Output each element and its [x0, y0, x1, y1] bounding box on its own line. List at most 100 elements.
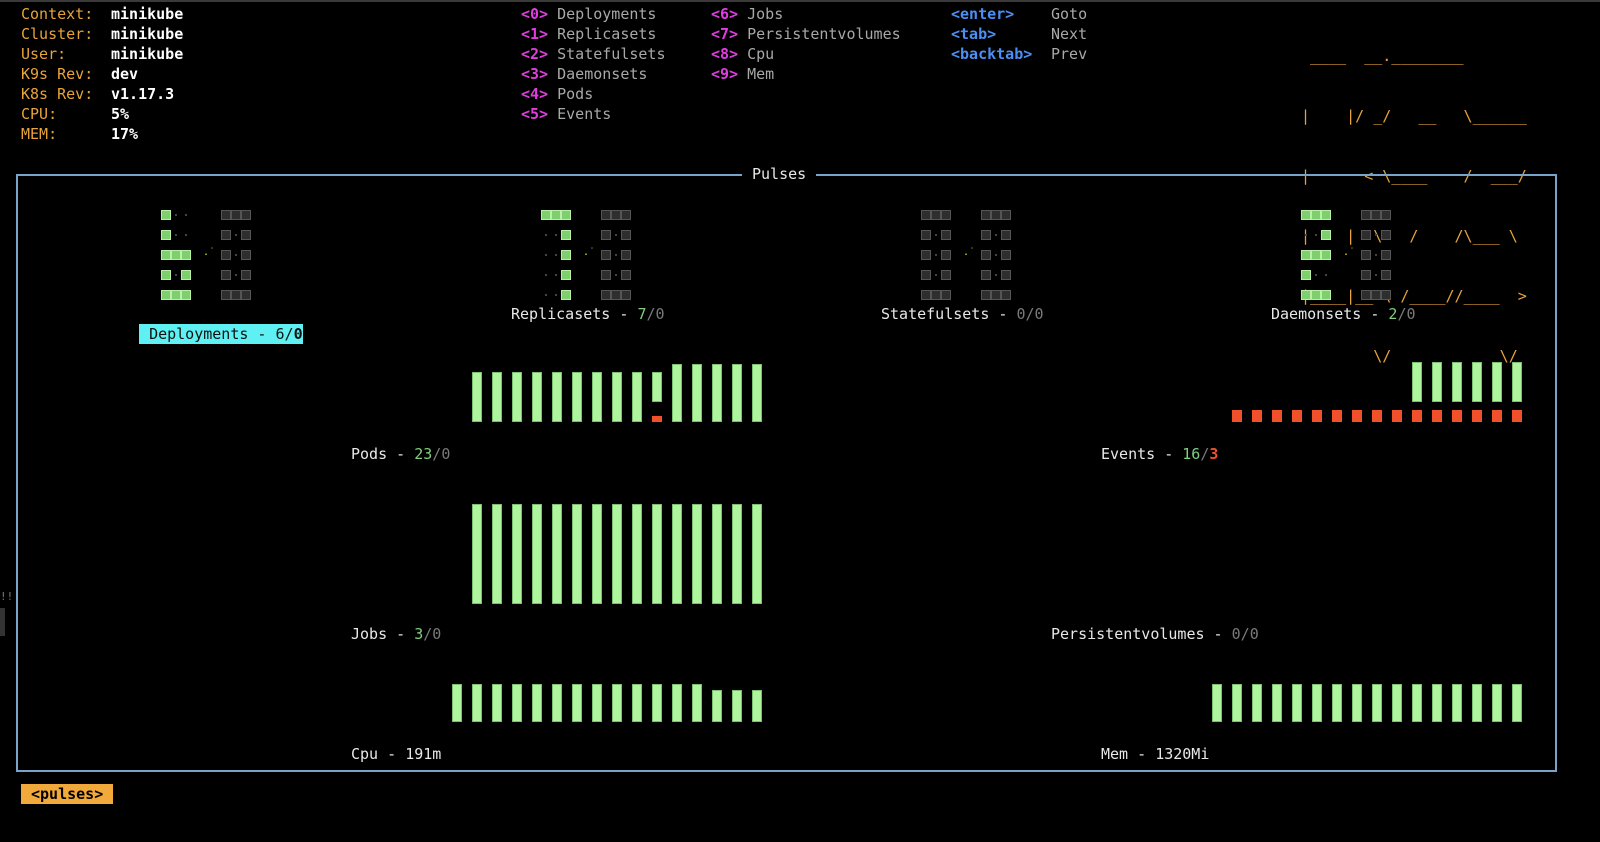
spark-bar-ok: [1472, 362, 1482, 402]
spark-bar-ok: [472, 504, 482, 604]
spark-bar-ok: [552, 504, 562, 604]
spark-bar-ok: [552, 684, 562, 722]
menu-item-daemonsets[interactable]: <3> Daemonsets: [521, 64, 647, 84]
spark-bar-ok: [572, 684, 582, 722]
gauge-digit-dot: [555, 294, 557, 296]
spark-bar-ok: [692, 504, 702, 604]
gauge-digit-dot: [935, 274, 937, 276]
spark-bar-ok: [1432, 362, 1442, 402]
gauge-digit-dot: [995, 254, 997, 256]
spark-bar-fault: [1312, 410, 1322, 422]
gauge-digit-segment: [561, 230, 571, 240]
spark-bar-ok: [532, 504, 542, 604]
pulse-jobs[interactable]: Jobs - 3/0: [351, 624, 441, 644]
gauge-statefulsets[interactable]: Statefulsets - 0/0: [881, 304, 1044, 324]
gauge-digit-segment: [1311, 250, 1321, 260]
spark-bar-ok: [672, 684, 682, 722]
spark-bar-ok: [1432, 684, 1442, 722]
spark-bar-ok: [572, 504, 582, 604]
gauge-digit-segment: [171, 250, 181, 260]
gauge-digit-segment: [541, 210, 551, 220]
spark-bar-fault: [1512, 410, 1522, 422]
gauge-digit-segment: [241, 270, 251, 280]
spark-bar-fault: [1432, 410, 1442, 422]
spark-bar-fault: [1292, 410, 1302, 422]
gauge-daemonsets[interactable]: Daemonsets - 2/0: [1271, 304, 1416, 324]
spark-bar-fault: [1252, 410, 1262, 422]
spark-bar-ok: [1472, 684, 1482, 722]
spark-bar-ok: [512, 504, 522, 604]
gauge-digit-dot: [185, 214, 187, 216]
gauge-digit-segment: [941, 210, 951, 220]
gauge-digit-segment: [941, 250, 951, 260]
gauge-digit-segment: [981, 290, 991, 300]
pulse-persistentvolumes[interactable]: Persistentvolumes - 0/0: [1051, 624, 1259, 644]
gauge-digit-segment: [1301, 250, 1311, 260]
gauge-digit-segment: [601, 270, 611, 280]
menu-item-statefulsets[interactable]: <2> Statefulsets: [521, 44, 666, 64]
menu-item-events[interactable]: <5> Events: [521, 104, 611, 124]
spark-bar-ok: [592, 504, 602, 604]
spark-bar-ok: [1252, 684, 1262, 722]
gauge-digit-segment: [181, 290, 191, 300]
menu-item-replicasets[interactable]: <1> Replicasets: [521, 24, 656, 44]
gauge-digit-dot: [1315, 274, 1317, 276]
gauge-digit-segment: [1371, 210, 1381, 220]
nav-prev[interactable]: <backtab> Prev: [951, 44, 1087, 64]
gauge-deployments[interactable]: Deployments - 6/0: [121, 304, 303, 344]
pulse-cpu[interactable]: Cpu - 191m: [351, 744, 441, 764]
gauge-replicasets[interactable]: Replicasets - 7/0: [511, 304, 665, 324]
gauge-digit-segment: [1361, 290, 1371, 300]
menu-item-jobs[interactable]: <6> Jobs: [711, 4, 783, 24]
menu-item-persistentvolumes[interactable]: <7> Persistentvolumes: [711, 24, 901, 44]
gauge-digit-segment: [921, 250, 931, 260]
gauge-digit-segment: [181, 270, 191, 280]
pulse-events[interactable]: Events - 16/3: [1101, 444, 1218, 464]
gauge-digit-segment: [171, 290, 181, 300]
nav-goto[interactable]: <enter> Goto: [951, 4, 1087, 24]
spark-bar-ok: [612, 684, 622, 722]
menu-item-pods[interactable]: <4> Pods: [521, 84, 593, 104]
gauge-digit-segment: [241, 250, 251, 260]
spark-bar-ok: [592, 372, 602, 422]
spark-bar-ok: [532, 684, 542, 722]
gauge-digit-segment: [1301, 270, 1311, 280]
gauge-digit-segment: [981, 210, 991, 220]
spark-bar-ok: [1392, 684, 1402, 722]
pulse-pods[interactable]: Pods - 23/0: [351, 444, 450, 464]
spark-bar-ok: [592, 684, 602, 722]
logo-line: ____ __.________: [1301, 47, 1527, 65]
gauge-colon: .˙: [203, 247, 216, 258]
spark-bar-ok: [672, 364, 682, 422]
info-row-mem: MEM: 17%: [21, 125, 139, 143]
gauge-digit-segment: [1381, 210, 1391, 220]
spark-bar-fault: [1392, 410, 1402, 422]
gauge-digit-dot: [555, 234, 557, 236]
gauge-digit-segment: [1001, 250, 1011, 260]
gauge-digit-segment: [1311, 210, 1321, 220]
gauge-digit-segment: [1321, 230, 1331, 240]
menu-item-deployments[interactable]: <0> Deployments: [521, 4, 656, 24]
menu-item-mem[interactable]: <9> Mem: [711, 64, 774, 84]
spark-bar-ok: [752, 690, 762, 722]
gauge-digit-segment: [561, 270, 571, 280]
gauge-digit-segment: [921, 230, 931, 240]
nav-next[interactable]: <tab> Next: [951, 24, 1087, 44]
gauge-digit-segment: [941, 270, 951, 280]
gauge-digit-segment: [161, 270, 171, 280]
menu-item-cpu[interactable]: <8> Cpu: [711, 44, 774, 64]
gauge-digit-segment: [931, 290, 941, 300]
gauge-colon: .˙: [963, 247, 976, 258]
gauge-digit-dot: [185, 234, 187, 236]
spark-bar-ok: [1352, 684, 1362, 722]
gauge-digit-dot: [175, 214, 177, 216]
gauge-digit-segment: [161, 230, 171, 240]
gauge-digit-dot: [235, 274, 237, 276]
gauge-digit-dot: [615, 274, 617, 276]
breadcrumb-pulses[interactable]: <pulses>: [21, 784, 114, 804]
gauge-digit-dot: [235, 254, 237, 256]
spark-bar-ok: [1452, 684, 1462, 722]
spark-bar-ok: [732, 364, 742, 422]
spark-bar-fault: [1352, 410, 1362, 422]
pulse-mem[interactable]: Mem - 1320Mi: [1101, 744, 1209, 764]
